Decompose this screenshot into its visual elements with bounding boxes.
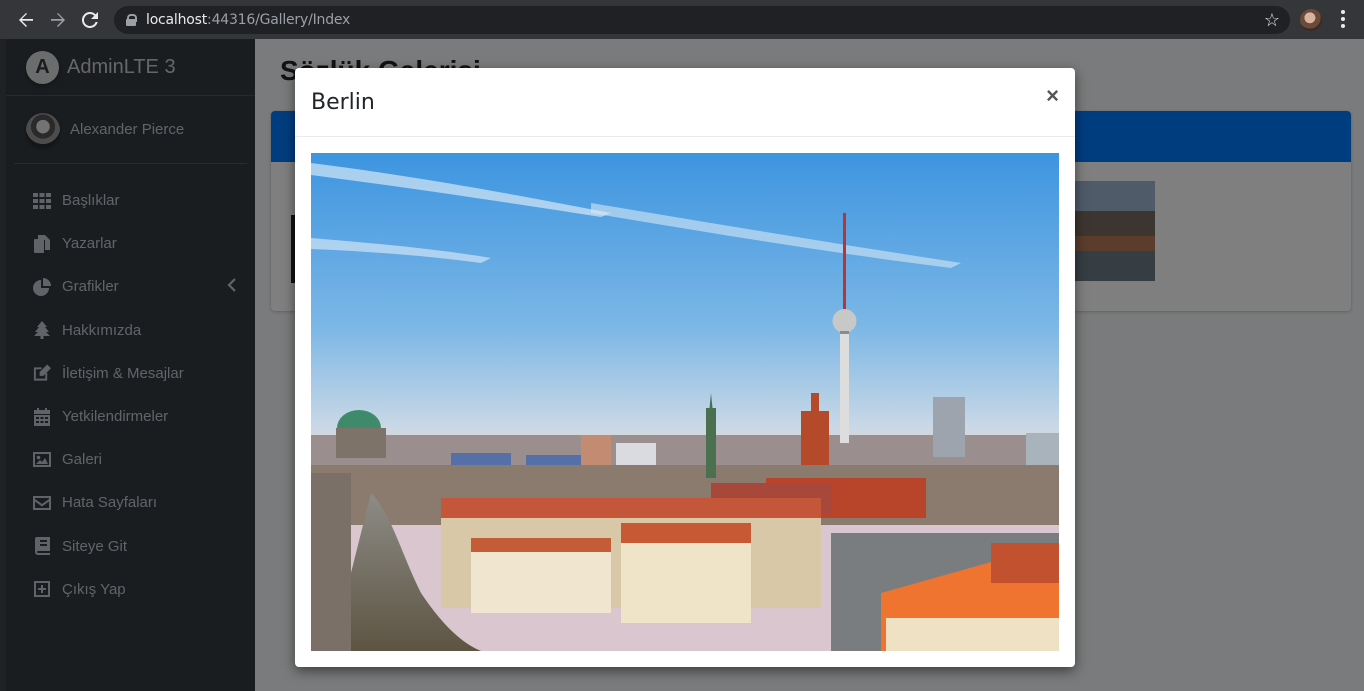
arrow-left-icon bbox=[19, 12, 33, 27]
image-modal: Berlin × bbox=[295, 68, 1075, 667]
address-bar[interactable]: localhost:44316/Gallery/Index ☆ bbox=[114, 6, 1290, 34]
reload-button[interactable] bbox=[78, 8, 102, 32]
back-button[interactable] bbox=[14, 8, 38, 32]
bookmark-star-icon[interactable]: ☆ bbox=[1264, 10, 1280, 31]
arrow-right-icon bbox=[51, 12, 65, 27]
close-button[interactable]: × bbox=[1046, 84, 1059, 108]
profile-avatar[interactable] bbox=[1300, 9, 1322, 31]
forward-button[interactable] bbox=[46, 8, 70, 32]
lock-icon bbox=[126, 14, 137, 26]
modal-header: Berlin × bbox=[295, 68, 1075, 137]
berlin-photo bbox=[311, 153, 1059, 651]
browser-menu-button[interactable] bbox=[1336, 8, 1350, 30]
url-text: localhost:44316/Gallery/Index bbox=[146, 12, 351, 28]
reload-icon bbox=[82, 11, 98, 28]
modal-image bbox=[311, 153, 1059, 651]
modal-title: Berlin bbox=[311, 89, 375, 115]
browser-toolbar: localhost:44316/Gallery/Index ☆ bbox=[0, 0, 1364, 39]
